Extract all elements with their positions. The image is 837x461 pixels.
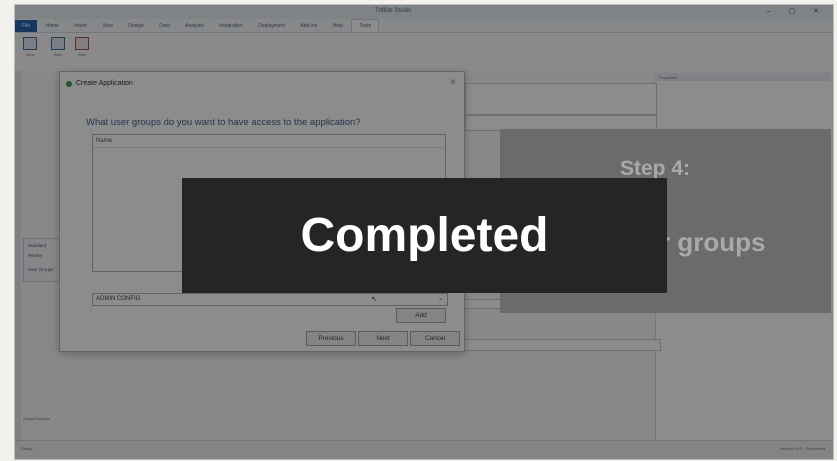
app-window: Triffids Studio – ▢ ✕ File Home Insert V… [14, 4, 834, 460]
completed-banner-text: Completed [300, 209, 549, 262]
step-subtitle: r groups [660, 227, 766, 257]
completed-banner: Completed [182, 178, 667, 293]
